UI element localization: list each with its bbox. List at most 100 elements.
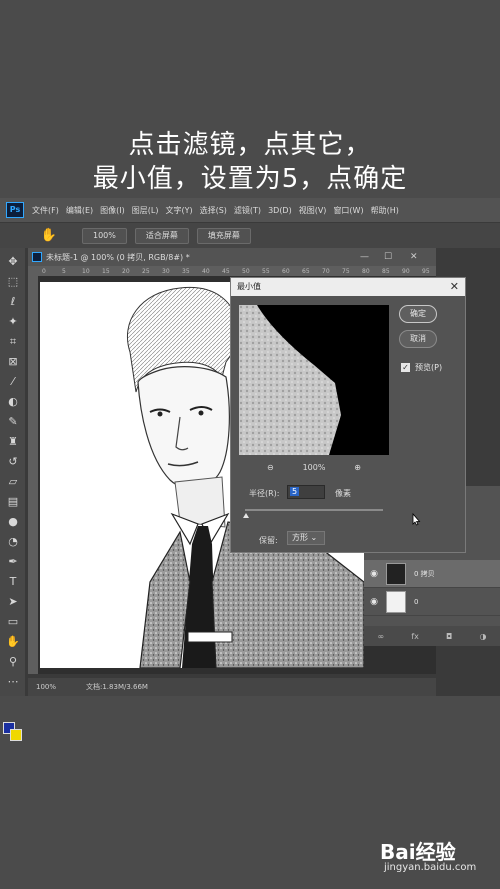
radius-slider-track[interactable] bbox=[245, 509, 383, 511]
status-zoom[interactable]: 100% bbox=[36, 683, 76, 691]
preview-zoom-controls: ⊖ 100% ⊕ bbox=[239, 460, 389, 474]
clone-stamp-tool-icon[interactable]: ♜ bbox=[5, 434, 21, 450]
lasso-tool-icon[interactable]: ℓ bbox=[5, 294, 21, 310]
ruler-tick-label: 45 bbox=[222, 268, 230, 275]
layer-thumbnail bbox=[386, 590, 406, 613]
vertical-ruler bbox=[28, 276, 38, 674]
ruler-tick-label: 50 bbox=[242, 268, 250, 275]
gradient-tool-icon[interactable]: ▤ bbox=[5, 494, 21, 510]
photoshop-logo: Ps bbox=[6, 202, 24, 218]
eyedropper-tool-icon[interactable]: ⁄ bbox=[5, 374, 21, 390]
ruler-tick-label: 40 bbox=[202, 268, 210, 275]
baidu-jingyan-logo: Bai经验 bbox=[380, 836, 456, 865]
magic-wand-tool-icon[interactable]: ✦ bbox=[5, 314, 21, 330]
radius-input[interactable]: 5 bbox=[287, 485, 325, 499]
ruler-tick-label: 25 bbox=[142, 268, 150, 275]
close-icon[interactable]: ✕ bbox=[410, 248, 418, 266]
document-icon bbox=[32, 252, 42, 262]
fill-screen-button[interactable]: 填充屏幕 bbox=[196, 227, 251, 244]
maximize-icon[interactable]: ☐ bbox=[384, 248, 392, 266]
menu-edit[interactable]: 编辑(E) bbox=[66, 205, 93, 216]
more-tools-icon[interactable]: ⋯ bbox=[5, 674, 21, 690]
pen-tool-icon[interactable]: ✒ bbox=[5, 554, 21, 570]
ruler-tick-label: 70 bbox=[322, 268, 330, 275]
menu-file[interactable]: 文件(F) bbox=[32, 205, 59, 216]
menu-view[interactable]: 视图(V) bbox=[299, 205, 327, 216]
layer-thumbnail bbox=[386, 562, 406, 585]
link-layers-icon[interactable]: ∞ bbox=[378, 632, 385, 641]
caption-line-1: 点击滤镜，点其它， bbox=[128, 130, 372, 160]
type-tool-icon[interactable]: T bbox=[5, 574, 21, 590]
visibility-eye-icon[interactable]: ◉ bbox=[366, 569, 382, 579]
fit-screen-button[interactable]: 适合屏幕 bbox=[134, 227, 189, 244]
cancel-button[interactable]: 取消 bbox=[399, 330, 437, 348]
move-tool-icon[interactable]: ✥ bbox=[5, 254, 21, 270]
minimum-filter-dialog: 最小值 ✕ 确定 取消 ✓ 预览(P) ⊖ 100% ⊕ 半径(R): 5 像素… bbox=[230, 277, 466, 553]
adjustment-layer-icon[interactable]: ◑ bbox=[479, 632, 486, 641]
layer-row[interactable]: ◉ 0 拷贝 bbox=[364, 560, 500, 588]
hand-tool-icon[interactable]: ✋ bbox=[5, 634, 21, 650]
marquee-tool-icon[interactable]: ⬚ bbox=[5, 274, 21, 290]
preview-checkbox-label: 预览(P) bbox=[415, 363, 443, 372]
ruler-tick-label: 85 bbox=[382, 268, 390, 275]
preserve-label: 保留: bbox=[259, 536, 278, 545]
status-doc-size[interactable]: 文档:1.83M/3.66M bbox=[86, 682, 148, 692]
hand-tool-icon[interactable]: ✋ bbox=[36, 227, 62, 245]
menu-layer[interactable]: 图层(L) bbox=[132, 205, 159, 216]
document-tab[interactable]: 未标题-1 @ 100% (0 拷贝, RGB/8#) * — ☐ ✕ bbox=[28, 248, 436, 266]
dodge-tool-icon[interactable]: ◔ bbox=[5, 534, 21, 550]
visibility-eye-icon[interactable]: ◉ bbox=[366, 597, 382, 607]
menu-3d[interactable]: 3D(D) bbox=[268, 206, 292, 215]
add-mask-icon[interactable]: ◘ bbox=[446, 632, 452, 641]
ruler-tick-label: 15 bbox=[102, 268, 110, 275]
background-color-swatch[interactable] bbox=[10, 729, 22, 741]
ruler-tick-label: 10 bbox=[82, 268, 90, 275]
minimize-icon[interactable]: — bbox=[360, 248, 369, 266]
mouse-cursor-icon bbox=[412, 512, 421, 526]
ok-button[interactable]: 确定 bbox=[399, 305, 437, 323]
ruler-tick-label: 20 bbox=[122, 268, 130, 275]
ruler-tick-label: 5 bbox=[62, 268, 66, 275]
history-brush-tool-icon[interactable]: ↺ bbox=[5, 454, 21, 470]
watermark-brand: Bai经验 bbox=[380, 840, 456, 864]
ruler-tick-label: 90 bbox=[402, 268, 410, 275]
menu-window[interactable]: 窗口(W) bbox=[333, 205, 363, 216]
menu-filter[interactable]: 滤镜(T) bbox=[234, 205, 261, 216]
zoom-tool-icon[interactable]: ⚲ bbox=[5, 654, 21, 670]
filter-preview[interactable] bbox=[239, 305, 389, 455]
menu-type[interactable]: 文字(Y) bbox=[165, 205, 192, 216]
healing-brush-tool-icon[interactable]: ◐ bbox=[5, 394, 21, 410]
dialog-title: 最小值 bbox=[231, 278, 465, 296]
eraser-tool-icon[interactable]: ▱ bbox=[5, 474, 21, 490]
brush-tool-icon[interactable]: ✎ bbox=[5, 414, 21, 430]
close-icon[interactable]: ✕ bbox=[450, 278, 459, 296]
layer-name: 0 拷贝 bbox=[414, 569, 435, 578]
layers-footer: ∞ fx ◘ ◑ bbox=[364, 626, 500, 646]
options-bar: ✋ 100% 适合屏幕 填充屏幕 bbox=[0, 222, 500, 248]
layer-name: 0 bbox=[414, 597, 419, 606]
zoom-in-icon[interactable]: ⊕ bbox=[354, 463, 361, 472]
ruler-tick-label: 75 bbox=[342, 268, 350, 275]
layer-style-icon[interactable]: fx bbox=[411, 632, 419, 641]
zoom-100-button[interactable]: 100% bbox=[82, 227, 127, 244]
tools-panel: ✥ ⬚ ℓ ✦ ⌗ ⊠ ⁄ ◐ ✎ ♜ ↺ ▱ ▤ ● ◔ ✒ T ➤ ▭ ✋ … bbox=[0, 248, 26, 741]
ruler-ticks: 0 5 10 15 20 25 30 35 40 45 50 55 60 65 70 75 80 85 90 95 bbox=[42, 268, 430, 275]
menu-help[interactable]: 帮助(H) bbox=[371, 205, 399, 216]
radius-slider-thumb[interactable] bbox=[243, 513, 249, 518]
menu-image[interactable]: 图像(I) bbox=[100, 205, 125, 216]
radius-value: 5 bbox=[290, 487, 300, 496]
layer-row[interactable]: ◉ 0 bbox=[364, 588, 500, 616]
blur-tool-icon[interactable]: ● bbox=[5, 514, 21, 530]
path-selection-tool-icon[interactable]: ➤ bbox=[5, 594, 21, 610]
ruler-tick-label: 55 bbox=[262, 268, 270, 275]
zoom-out-icon[interactable]: ⊖ bbox=[267, 463, 274, 472]
ruler-tick-label: 65 bbox=[302, 268, 310, 275]
frame-tool-icon[interactable]: ⊠ bbox=[5, 354, 21, 370]
preserve-select[interactable]: 方形 ⌄ bbox=[287, 531, 325, 545]
rectangle-tool-icon[interactable]: ▭ bbox=[5, 614, 21, 630]
preview-zoom-value: 100% bbox=[302, 462, 326, 472]
ruler-tick-label: 80 bbox=[362, 268, 370, 275]
crop-tool-icon[interactable]: ⌗ bbox=[5, 334, 21, 350]
menu-select[interactable]: 选择(S) bbox=[200, 205, 227, 216]
preview-checkbox[interactable]: ✓ bbox=[401, 363, 410, 372]
